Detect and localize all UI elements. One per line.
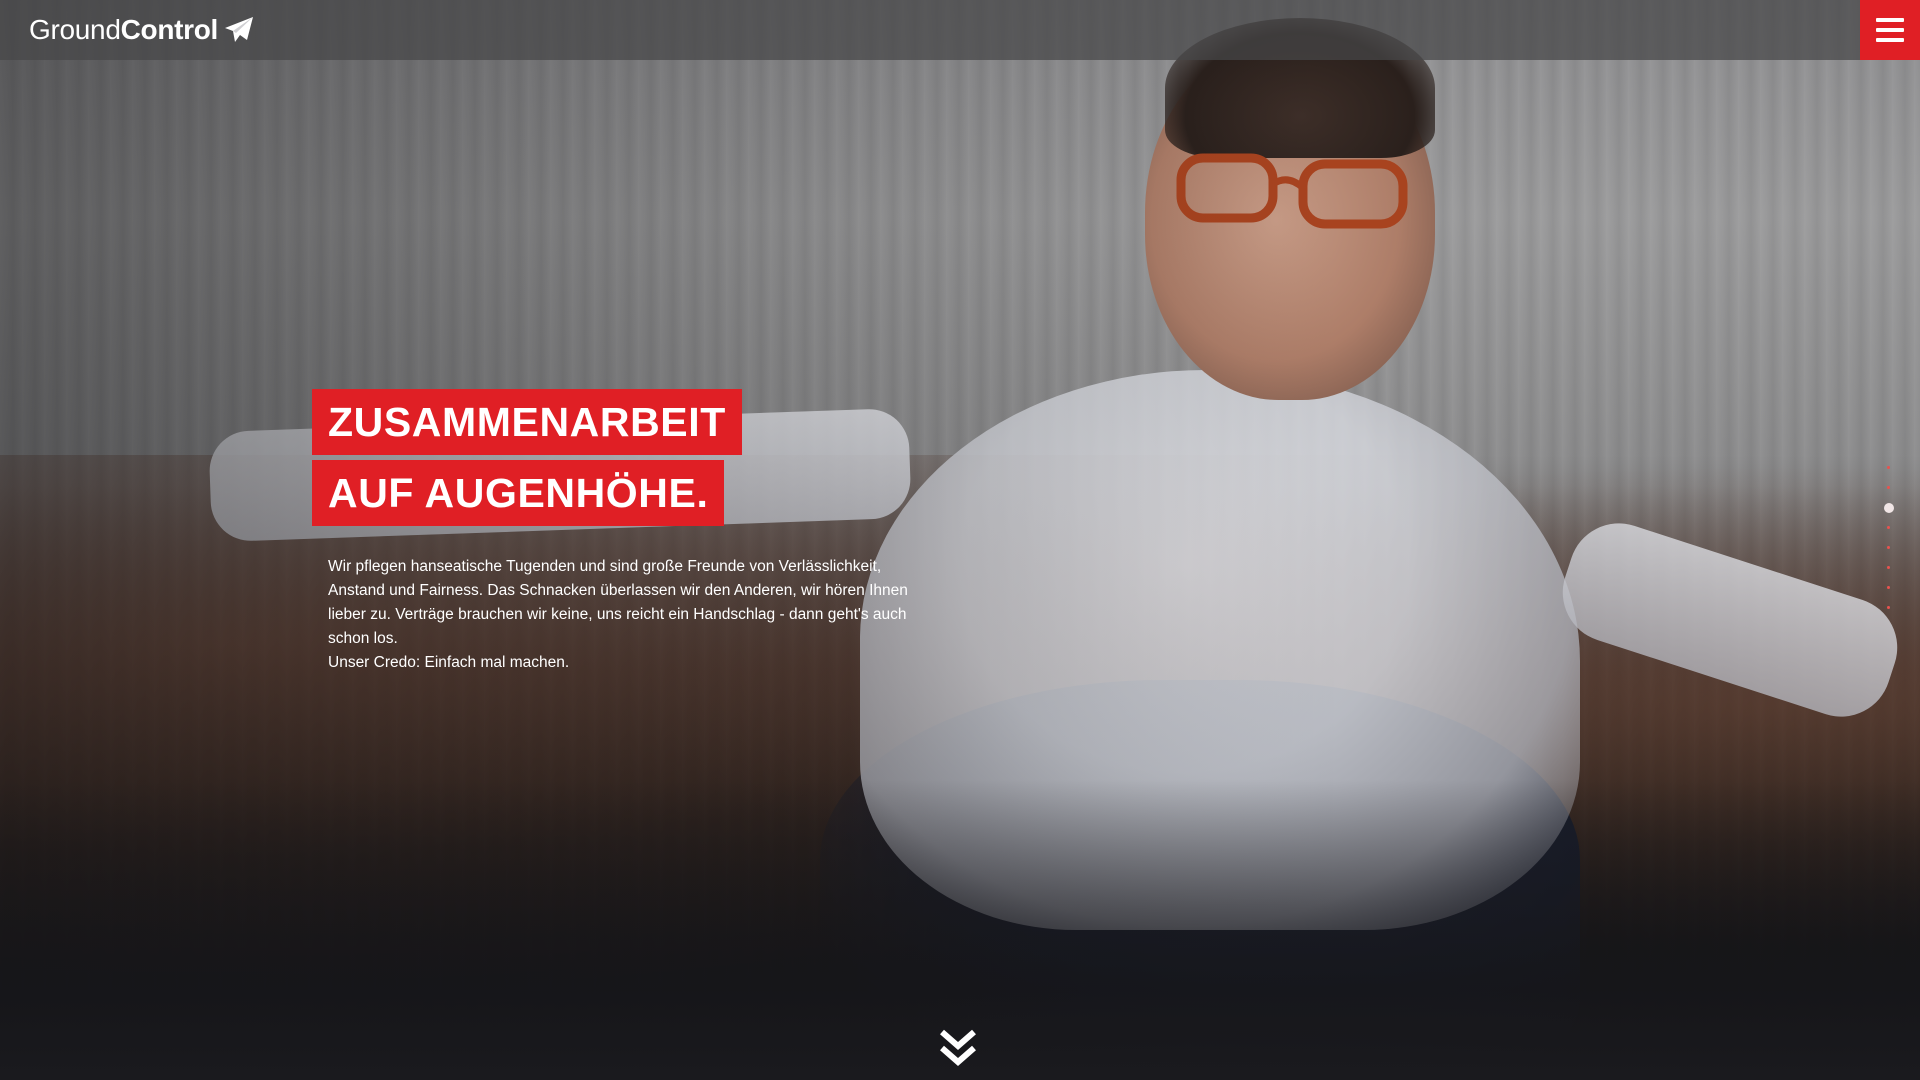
section-nav-dot[interactable] [1884, 503, 1894, 513]
headline-line-2: AUF AUGENHÖHE. [312, 460, 725, 526]
headline-line-1: ZUSAMMENARBEIT [312, 389, 742, 455]
section-nav-dot[interactable] [1887, 526, 1890, 529]
site-logo[interactable]: Ground Control [29, 10, 254, 50]
section-nav-dot[interactable] [1887, 546, 1890, 549]
top-bar: Ground Control [0, 0, 1920, 60]
section-nav-dot[interactable] [1887, 586, 1890, 589]
paper-plane-icon [225, 17, 254, 42]
hero-credo: Unser Credo: Einfach mal machen. [328, 654, 570, 671]
section-nav-dot[interactable] [1887, 606, 1890, 609]
section-nav-dot[interactable] [1887, 486, 1890, 489]
menu-button[interactable] [1860, 0, 1920, 60]
section-nav-dot[interactable] [1887, 566, 1890, 569]
double-chevron-down-icon [940, 1029, 976, 1066]
hero-body-text: Wir pflegen hanseatische Tugenden und si… [328, 555, 928, 675]
scroll-down-button[interactable] [938, 1028, 978, 1070]
hero-paragraph: Wir pflegen hanseatische Tugenden und si… [328, 558, 908, 647]
logo-text-light: Ground [29, 14, 121, 45]
hero-background [0, 0, 1920, 1080]
hero-headline: ZUSAMMENARBEIT AUF AUGENHÖHE. [312, 389, 742, 531]
section-nav-dot[interactable] [1887, 466, 1890, 469]
logo-text-bold: Control [120, 14, 219, 45]
